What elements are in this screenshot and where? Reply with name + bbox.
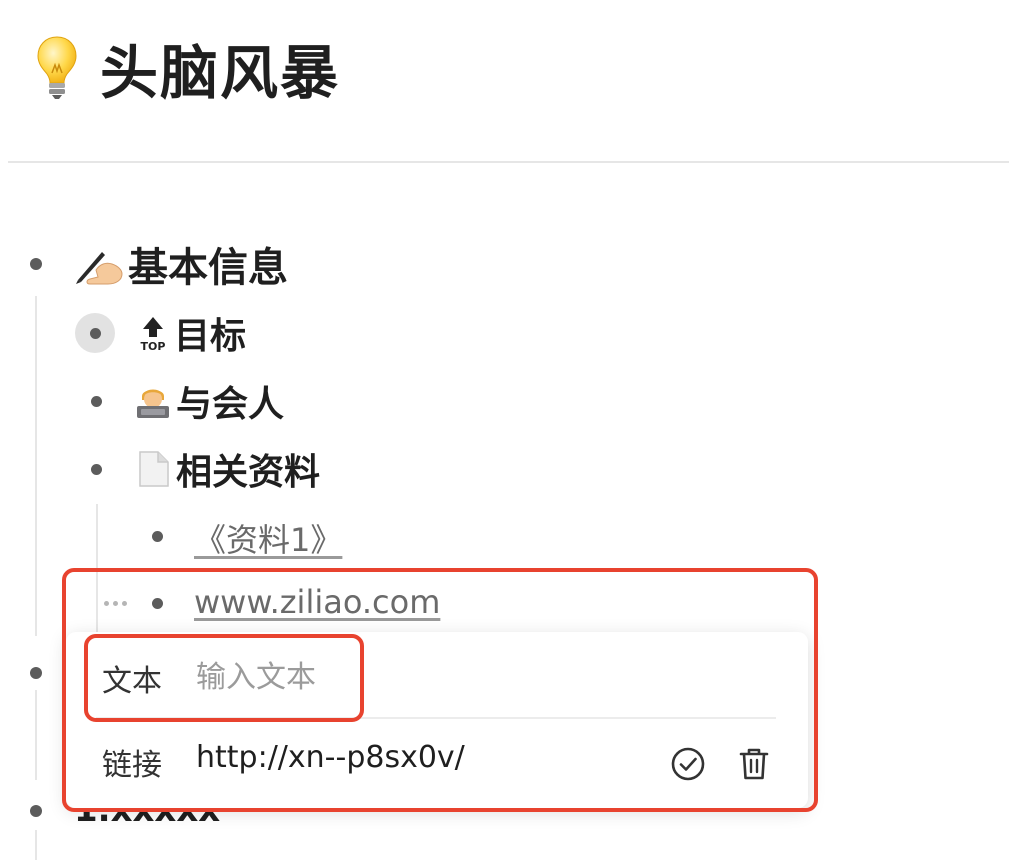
bullet-dot[interactable]	[30, 667, 42, 679]
title-divider	[8, 161, 1009, 163]
svg-text:TOP: TOP	[141, 340, 166, 353]
outline-item-attendees[interactable]: 与会人	[134, 376, 284, 426]
outline-item-goal[interactable]: TOP 目标	[136, 308, 246, 358]
bullet-dot[interactable]	[30, 805, 42, 817]
outline-guide-line	[35, 296, 37, 636]
outline-guide-line	[35, 690, 37, 780]
outline-item-label: 目标	[174, 316, 247, 357]
bullet-dot-focused[interactable]	[75, 313, 115, 353]
highlight-box-text-field	[84, 634, 364, 722]
outline-item-label: 基本信息	[128, 245, 288, 291]
page-icon	[134, 449, 172, 489]
top-arrow-icon: TOP	[136, 313, 170, 353]
bullet-dot[interactable]	[30, 258, 42, 270]
technologist-icon	[134, 382, 172, 420]
outline-item-basic-info[interactable]: 基本信息	[72, 236, 288, 292]
outline-guide-line	[35, 830, 37, 860]
bullet-dot[interactable]	[91, 464, 102, 475]
bullet-dot[interactable]	[91, 396, 102, 407]
material-link-1[interactable]: 《资料1》	[194, 515, 342, 561]
bullet-dot	[89, 327, 101, 339]
page-title: 头脑风暴	[100, 39, 341, 107]
lightbulb-icon	[37, 36, 77, 99]
outline-item-label: 相关资料	[176, 452, 321, 493]
page-header: 头脑风暴	[36, 30, 340, 107]
outline-item-materials[interactable]: 相关资料	[134, 444, 320, 494]
bullet-dot[interactable]	[152, 531, 163, 542]
writing-hand-icon	[72, 242, 124, 286]
outline-item-label: 与会人	[176, 384, 285, 425]
